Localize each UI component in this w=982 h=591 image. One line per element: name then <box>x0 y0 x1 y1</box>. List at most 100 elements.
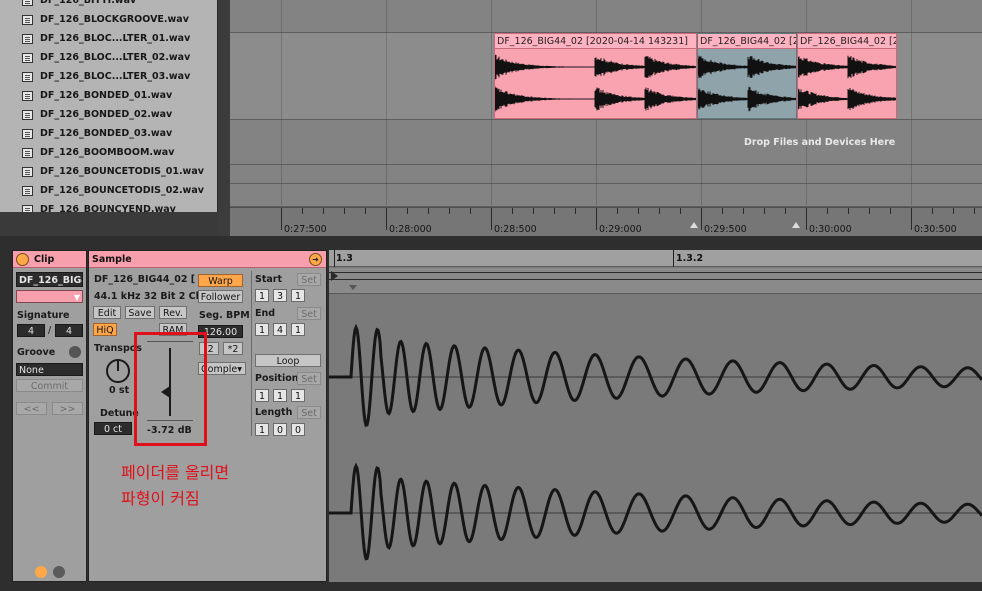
position-set-button[interactable]: Set <box>297 372 321 385</box>
end-set-button[interactable]: Set <box>297 307 321 320</box>
hot-swap-icon[interactable]: ➜ <box>309 252 322 266</box>
reverse-button[interactable]: Rev. <box>159 306 187 319</box>
timeline-ruler[interactable]: 0:27:500 0:28:000 0:28:500 0:29:000 0:29:500… <box>230 207 982 236</box>
length-label: Length <box>255 407 293 418</box>
double-tempo-button[interactable]: *2 <box>223 342 243 355</box>
end-beat[interactable]: 4 <box>273 323 287 336</box>
browser-file-name: DF_126_BLOC...LTER_03.wav <box>40 71 191 82</box>
arrangement-clip[interactable]: DF_126_BIG44_02 [2 <box>797 33 897 119</box>
clip-name-field[interactable]: DF_126_BIG4 <box>16 272 83 287</box>
timeline-minor-tick <box>659 208 660 214</box>
browser-file-item[interactable]: DF_126_BOUNCETODIS_01.wav <box>0 162 217 181</box>
browser-file-item[interactable]: DF_126_BLOC...LTER_01.wav <box>0 29 217 48</box>
track-lane[interactable] <box>230 0 982 33</box>
nudge-forward-button[interactable]: >> <box>52 402 83 415</box>
signature-separator: / <box>48 325 52 336</box>
position-sixteenth[interactable]: 1 <box>291 389 305 402</box>
end-sixteenth[interactable]: 1 <box>291 323 305 336</box>
browser-file-item[interactable]: DF_126_BITTI.wav <box>0 0 217 10</box>
sample-info: 44.1 kHz 32 Bit 2 Ch <box>94 291 203 302</box>
length-set-button[interactable]: Set <box>297 406 321 419</box>
signature-numerator[interactable]: 4 <box>17 324 45 337</box>
clip-panel-title: Clip <box>34 253 55 265</box>
loop-toggle[interactable]: Loop <box>255 354 321 367</box>
master-lane[interactable] <box>230 184 982 207</box>
start-set-button[interactable]: Set <box>297 273 321 286</box>
audio-file-icon <box>22 14 33 25</box>
length-bar[interactable]: 1 <box>255 423 269 436</box>
envelope-view-toggle-icon[interactable] <box>53 566 65 578</box>
end-bar[interactable]: 1 <box>255 323 269 336</box>
start-bar[interactable]: 1 <box>255 289 269 302</box>
sample-name: DF_126_BIG44_02 [ <box>94 274 196 285</box>
audio-file-icon <box>22 0 33 6</box>
browser-file-item[interactable]: DF_126_BONDED_03.wav <box>0 124 217 143</box>
annotation-line: 페이더를 올리면 <box>121 463 230 482</box>
length-sixteenth[interactable]: 0 <box>291 423 305 436</box>
length-beat[interactable]: 0 <box>273 423 287 436</box>
transpose-knob-icon[interactable] <box>103 355 133 385</box>
clip-waveform <box>798 55 896 111</box>
start-sixteenth[interactable]: 1 <box>291 289 305 302</box>
warp-toggle[interactable]: Warp <box>198 274 243 287</box>
groove-pool-icon[interactable] <box>69 346 81 358</box>
browser-file-item[interactable]: DF_126_BOUNCETODIS_02.wav <box>0 181 217 200</box>
groove-select[interactable]: None <box>16 363 83 376</box>
clip-view-toggle-icon[interactable] <box>35 566 47 578</box>
clip-title: DF_126_BIG44_02 [2 <box>798 34 896 49</box>
clip-waveform <box>495 54 696 112</box>
position-bar[interactable]: 1 <box>255 389 269 402</box>
timeline-label: 0:28:500 <box>494 224 537 235</box>
audio-file-icon <box>22 90 33 101</box>
signature-denominator[interactable]: 4 <box>55 324 83 337</box>
audio-file-icon <box>22 128 33 139</box>
chevron-down-icon: ▾ <box>237 364 242 375</box>
start-marker-icon[interactable] <box>331 271 338 281</box>
timeline-label: 0:29:000 <box>599 224 642 235</box>
browser-file-item[interactable]: DF_126_BOUNCYEND.wav <box>0 200 217 212</box>
detune-field[interactable]: 0 ct <box>94 422 132 435</box>
sample-panel-header: Sample ➜ <box>89 251 326 268</box>
warp-mode-select[interactable]: Follower <box>198 290 243 303</box>
loop-start-marker-icon[interactable] <box>690 222 698 228</box>
timeline-label: 0:30:500 <box>914 224 957 235</box>
browser-file-name: DF_126_BONDED_03.wav <box>40 128 173 139</box>
warp-marker-icon[interactable] <box>349 285 357 290</box>
panel-divider[interactable] <box>218 0 230 236</box>
return-lane-a[interactable] <box>230 165 982 184</box>
arrangement-clip-selected[interactable]: DF_126_BIG44_02 [2 <box>697 33 797 119</box>
clip-panel: Clip DF_126_BIG4 ▼ Signature 4 / 4 Groov… <box>12 250 87 582</box>
timeline-minor-tick <box>407 208 408 214</box>
commit-button[interactable]: Commit <box>16 379 83 392</box>
loop-brace[interactable] <box>329 272 982 280</box>
start-beat[interactable]: 3 <box>273 289 287 302</box>
hiq-toggle[interactable]: HiQ <box>93 323 117 336</box>
sample-waveform[interactable] <box>329 295 982 582</box>
editor-ruler[interactable]: 1.3 1.3.2 <box>329 250 982 267</box>
sample-panel: Sample ➜ DF_126_BIG44_02 [ 44.1 kHz 32 B… <box>88 250 327 582</box>
clip-color-select[interactable]: ▼ <box>16 290 83 303</box>
nudge-back-button[interactable]: << <box>16 402 47 415</box>
arrangement-clip[interactable]: DF_126_BIG44_02 [2020-04-14 143231] <box>494 33 697 119</box>
loop-end-marker-icon[interactable] <box>792 222 800 228</box>
clip-activator-icon[interactable] <box>16 252 29 266</box>
browser-file-item[interactable]: DF_126_BLOC...LTER_02.wav <box>0 48 217 67</box>
save-button[interactable]: Save <box>125 306 155 319</box>
browser-file-item[interactable]: DF_126_BLOCKGROOVE.wav <box>0 10 217 29</box>
browser-file-item[interactable]: DF_126_BONDED_02.wav <box>0 105 217 124</box>
position-beat[interactable]: 1 <box>273 389 287 402</box>
annotation-text: 페이더를 올리면 파형이 커짐 <box>121 460 321 512</box>
clip-title: DF_126_BIG44_02 [2 <box>698 34 796 49</box>
timeline-minor-tick <box>785 208 786 214</box>
loop-brace-bar[interactable] <box>329 268 982 294</box>
edit-button[interactable]: Edit <box>93 306 121 319</box>
start-label: Start <box>255 274 283 285</box>
browser-file-name: DF_126_BONDED_02.wav <box>40 109 173 120</box>
timeline-minor-tick <box>428 208 429 214</box>
section-divider <box>251 271 252 436</box>
browser-file-item[interactable]: DF_126_BONDED_01.wav <box>0 86 217 105</box>
sample-editor[interactable]: 1.3 1.3.2 <box>329 250 982 582</box>
browser-file-item[interactable]: DF_126_BLOC...LTER_03.wav <box>0 67 217 86</box>
browser-file-item[interactable]: DF_126_BOOMBOOM.wav <box>0 143 217 162</box>
timeline-minor-tick <box>470 208 471 214</box>
